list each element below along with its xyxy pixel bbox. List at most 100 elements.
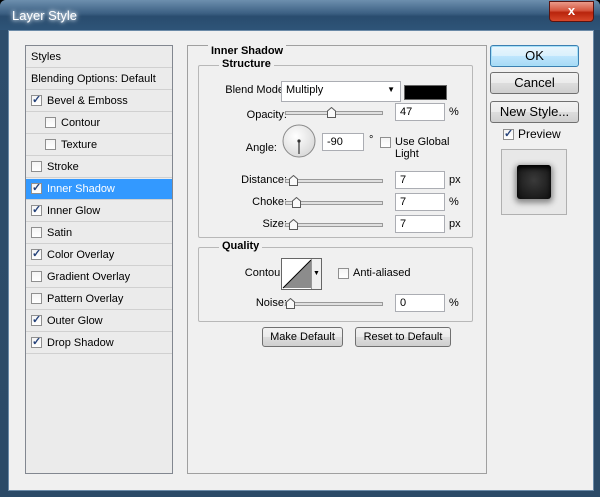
new-style-button[interactable]: New Style... [490, 101, 579, 123]
ok-button[interactable]: OK [490, 45, 579, 67]
style-item-label: Gradient Overlay [47, 271, 131, 283]
style-item-label: Inner Shadow [47, 183, 115, 195]
style-item-bevel-emboss[interactable]: Bevel & Emboss [26, 91, 172, 112]
shadow-color-swatch[interactable] [404, 85, 447, 100]
style-item-texture[interactable]: Texture [26, 135, 172, 156]
style-item-label: Drop Shadow [47, 337, 114, 349]
style-item-checkbox[interactable] [31, 227, 42, 238]
contour-dropdown-arrow-icon[interactable]: ▼ [311, 259, 321, 289]
style-item-drop-shadow[interactable]: Drop Shadow [26, 333, 172, 354]
style-item-stroke[interactable]: Stroke [26, 157, 172, 178]
noise-slider-thumb[interactable] [286, 298, 295, 309]
style-item-gradient-overlay[interactable]: Gradient Overlay [26, 267, 172, 288]
distance-slider[interactable] [285, 175, 383, 186]
dialog-body: Styles Blending Options: Default Bevel &… [8, 30, 594, 491]
style-item-inner-glow[interactable]: Inner Glow [26, 201, 172, 222]
choke-label: Choke: [252, 196, 287, 208]
use-global-light-label: Use Global Light [395, 136, 450, 160]
style-item-checkbox[interactable] [31, 203, 42, 216]
distance-label: Distance: [241, 174, 287, 186]
opacity-slider[interactable] [285, 107, 383, 118]
style-item-label: Color Overlay [47, 249, 115, 261]
cancel-button[interactable]: Cancel [490, 72, 579, 94]
blending-options-label: Blending Options: Default [31, 73, 156, 85]
noise-label: Noise: [255, 297, 287, 309]
style-item-satin[interactable]: Satin [26, 223, 172, 244]
make-default-button[interactable]: Make Default [262, 327, 343, 347]
size-slider[interactable] [285, 219, 383, 230]
angle-dial[interactable] [282, 124, 316, 158]
style-item-checkbox[interactable] [31, 271, 42, 282]
style-item-checkbox[interactable] [31, 181, 42, 194]
structure-title: Structure [219, 58, 274, 70]
style-item-checkbox[interactable] [31, 293, 42, 304]
style-item-checkbox[interactable] [31, 313, 42, 326]
opacity-input[interactable]: 47 [395, 103, 445, 121]
anti-aliased-checkbox[interactable] [338, 268, 349, 279]
noise-slider[interactable] [285, 298, 383, 309]
style-item-checkbox[interactable] [31, 161, 42, 172]
preview-checkbox[interactable] [503, 127, 514, 140]
structure-group: Structure Blend Mode: Multiply ▼ Opacity… [198, 58, 473, 238]
distance-slider-thumb[interactable] [288, 175, 298, 186]
close-button[interactable]: x [549, 1, 594, 22]
style-item-label: Satin [47, 227, 73, 239]
quality-title: Quality [219, 240, 263, 252]
style-item-label: Inner Glow [47, 205, 101, 217]
style-item-color-overlay[interactable]: Color Overlay [26, 245, 172, 266]
styles-list: Styles Blending Options: Default Bevel &… [25, 45, 173, 474]
style-item-pattern-overlay[interactable]: Pattern Overlay [26, 289, 172, 310]
style-item-label: Stroke [47, 161, 79, 173]
style-item-label: Bevel & Emboss [47, 95, 128, 107]
use-global-light-checkbox[interactable] [380, 137, 391, 148]
style-item-label: Outer Glow [47, 315, 103, 327]
angle-input[interactable]: -90 [322, 133, 364, 151]
style-item-label: Contour [61, 117, 101, 129]
distance-input[interactable]: 7 [395, 171, 445, 189]
chevron-down-icon: ▼ [387, 85, 395, 94]
noise-unit: % [449, 297, 459, 309]
style-item-checkbox[interactable] [45, 117, 56, 128]
choke-slider[interactable] [285, 197, 383, 208]
contour-linear-icon [282, 259, 312, 289]
opacity-label: Opacity: [246, 109, 287, 121]
size-input[interactable]: 7 [395, 215, 445, 233]
anti-aliased-label: Anti-aliased [353, 267, 411, 279]
blend-mode-select[interactable]: Multiply ▼ [281, 81, 401, 102]
blend-mode-label: Blend Mode: [225, 84, 287, 96]
panel-title: Inner Shadow [208, 45, 287, 57]
style-item-checkbox[interactable] [45, 139, 56, 150]
style-item-inner-shadow[interactable]: Inner Shadow [26, 179, 172, 200]
style-item-label: Texture [61, 139, 98, 151]
noise-input[interactable]: 0 [395, 294, 445, 312]
choke-unit: % [449, 196, 459, 208]
styles-header-label: Styles [31, 51, 61, 63]
contour-picker[interactable]: ▼ [281, 258, 322, 290]
distance-unit: px [449, 174, 461, 186]
size-slider-thumb[interactable] [288, 219, 298, 230]
title-bar[interactable]: Layer Style x [0, 0, 600, 30]
opacity-slider-thumb[interactable] [326, 107, 336, 118]
choke-input[interactable]: 7 [395, 193, 445, 211]
opacity-unit: % [449, 106, 459, 118]
style-item-checkbox[interactable] [31, 335, 42, 348]
preview-label: Preview [518, 127, 561, 141]
quality-group: Quality Contour: ▼ Anti-aliased Noise: 0… [198, 240, 473, 322]
inner-shadow-panel: Inner Shadow Structure Blend Mode: Multi… [187, 45, 487, 474]
choke-slider-thumb[interactable] [292, 197, 302, 208]
preview-thumbnail [501, 149, 567, 215]
preview-swatch [517, 165, 551, 199]
style-item-contour[interactable]: Contour [26, 113, 172, 134]
angle-label: Angle: [245, 142, 277, 154]
reset-to-default-button[interactable]: Reset to Default [355, 327, 451, 347]
styles-header[interactable]: Styles [26, 46, 172, 68]
style-item-checkbox[interactable] [31, 247, 42, 260]
blend-mode-value: Multiply [286, 84, 324, 96]
style-item-label: Pattern Overlay [47, 293, 124, 305]
blending-options-item[interactable]: Blending Options: Default [26, 69, 172, 90]
style-item-checkbox[interactable] [31, 93, 42, 106]
size-unit: px [449, 218, 461, 230]
style-item-outer-glow[interactable]: Outer Glow [26, 311, 172, 332]
angle-unit: ° [369, 134, 374, 146]
size-label: Size: [262, 218, 287, 230]
